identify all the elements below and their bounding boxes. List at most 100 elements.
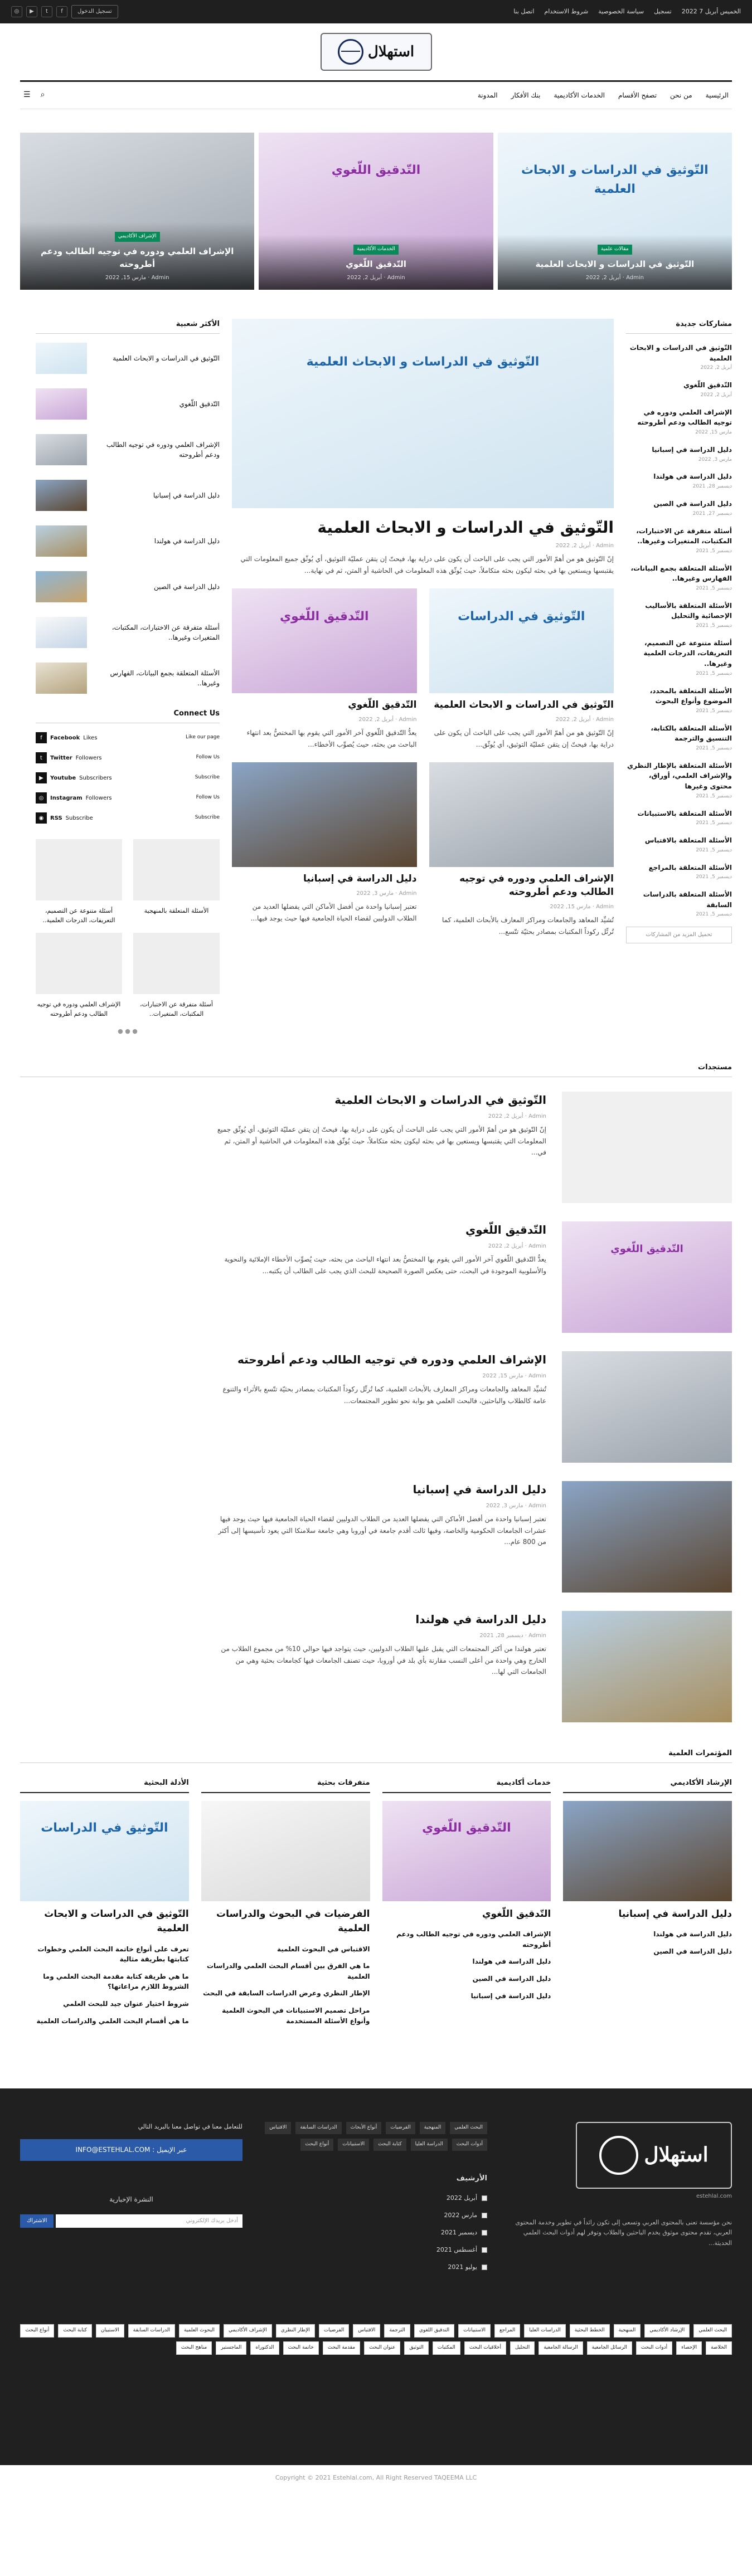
archive-item[interactable]: يوليو 2021 <box>265 2262 487 2272</box>
promo-card[interactable]: الأسئلة المتعلقة بالمنهجية <box>133 839 220 925</box>
list-item[interactable]: التّوثيق في الدراسات و الابحاث العلمية Ad… <box>211 1091 732 1203</box>
grid-card[interactable]: الإشراف العلمي ودوره في توجيه الطالب ودع… <box>429 762 614 937</box>
social-row[interactable]: Subscribe Subscribers Youtube ▶ <box>36 772 220 784</box>
promo-card[interactable]: أسئلة متفرقة عن الاختبارات، المكتبات، ال… <box>133 933 220 1019</box>
tag[interactable]: الاستبيانات <box>338 2139 370 2151</box>
list-item[interactable]: الإشراف العلمي ودوره في توجيه الطالب ودع… <box>211 1351 732 1463</box>
popular-item[interactable]: التّدقيق اللّغوي <box>36 388 220 420</box>
tag[interactable]: المنهجية <box>419 2122 446 2135</box>
hero-title[interactable]: التّوثيق في الدراسات و الابحاث العلمية <box>507 258 723 271</box>
recent-item[interactable]: التّدقيق اللّغوي أبريل 2, 2022 <box>626 380 732 400</box>
hero-slide[interactable]: التّوثيق في الدراسات و الابحاث العلمية م… <box>497 133 732 290</box>
featured-meta: Admin · أبريل 2, 2022 <box>555 542 614 549</box>
footer-logo[interactable]: استهلال <box>576 2122 732 2189</box>
popular-item[interactable]: الإشراف العلمي ودوره في توجيه الطالب ودع… <box>36 434 220 466</box>
top-link-privacy[interactable]: سياسة الخصوصية <box>598 7 644 16</box>
top-link-register[interactable]: تسجيل <box>654 7 672 16</box>
social-row[interactable]: Follow Us Followers Instagram ◎ <box>36 792 220 804</box>
category-badge[interactable]: مقالات علمية <box>597 245 632 255</box>
popular-item[interactable]: دليل الدراسة في إسبانيا <box>36 480 220 512</box>
featured-title[interactable]: التّوثيق في الدراسات و الابحاث العلمية <box>232 517 614 538</box>
list-item[interactable]: دليل الدراسة في هولندا Admin · ديسمبر 28,… <box>211 1610 732 1722</box>
list-item[interactable]: دليل الدراسة في إسبانيا Admin · مارس 3, 2… <box>211 1481 732 1593</box>
tag[interactable]: أنواع الأبحاث <box>346 2122 382 2135</box>
top-link-terms[interactable]: شروط الاستخدام <box>544 7 588 16</box>
recent-item[interactable]: الأسئلة المتعلقة بالمراجع ديسمبر 5, 2021 <box>626 863 732 882</box>
featured-image[interactable]: التّوثيق في الدراسات و الابحاث العلمية <box>232 319 614 508</box>
facebook-icon[interactable]: f <box>56 6 67 17</box>
category-badge[interactable]: الخدمات الأكاديمية <box>353 245 399 255</box>
grid-card[interactable]: التّوثيق في الدراسات التّوثيق في الدراسا… <box>429 588 614 750</box>
subscribe-button[interactable]: الاشتراك <box>20 2214 54 2228</box>
recent-item[interactable]: الأسئلة المتعلقة بالكتابة، التنسيق والتر… <box>626 723 732 753</box>
menu-icon[interactable]: ☰ <box>23 89 31 101</box>
promo-card[interactable]: الإشراف العلمي ودوره في توجيه الطالب ودع… <box>36 933 122 1019</box>
social-row[interactable]: Follow Us Followers Twitter t <box>36 752 220 764</box>
grid-card[interactable]: دليل الدراسة في إسبانيا Admin · مارس 3, … <box>232 762 417 937</box>
featured-area: التّوثيق في الدراسات و الابحاث العلمية ا… <box>232 319 614 1036</box>
popular-item[interactable]: الأسئلة المتعلقة بجمع البيانات، الفهارس … <box>36 663 220 694</box>
recent-item[interactable]: الإشراف العلمي ودوره في توجيه الطالب ودع… <box>626 407 732 437</box>
popular-item[interactable]: أسئلة متفرقة عن الاختبارات، المكتبات، ال… <box>36 617 220 649</box>
hero-slide[interactable]: الإشراف الأكاديمي الإشراف العلمي ودوره ف… <box>20 133 255 290</box>
archive-item[interactable]: مارس 2022 <box>265 2210 487 2220</box>
email-button[interactable]: عبر الإيميل : INFO@ESTEHLAL.COM <box>20 2139 242 2161</box>
social-row[interactable]: Like our page Likes Facebook f <box>36 732 220 744</box>
recent-item[interactable]: الأسئلة المتعلقة بالأساليب الإحصائية وال… <box>626 601 732 630</box>
youtube-icon: ▶ <box>36 772 47 784</box>
grid-card[interactable]: التّدقيق اللّغوي التّدقيق اللّغوي Admin … <box>232 588 417 750</box>
top-link-contact[interactable]: اتصل بنا <box>513 7 534 16</box>
nav-sections[interactable]: تصفح الأقسام <box>618 90 657 101</box>
tag[interactable]: الفرضيات <box>386 2122 415 2135</box>
search-icon[interactable]: ⌕ <box>41 89 45 101</box>
tag[interactable]: أدوات البحث <box>452 2139 487 2151</box>
recent-item[interactable]: دليل الدراسة في إسبانيا مارس 3, 2022 <box>626 445 732 464</box>
recent-item[interactable]: الأسئلة المتعلقة بالمحدد، الموضوع وأنواع… <box>626 686 732 715</box>
recent-item[interactable]: الأسئلة المتعلقة بالاستبيانات ديسمبر 5, 2… <box>626 809 732 828</box>
recent-item[interactable]: التّوثيق في الدراسات و الابحاث العلمية أب… <box>626 343 732 372</box>
slider-dots[interactable]: ● ● ● <box>36 1026 220 1036</box>
recent-item[interactable]: دليل الدراسة في هولندا ديسمبر 28, 2021 <box>626 471 732 491</box>
hero-title[interactable]: التّدقيق اللّغوي <box>268 258 484 271</box>
nav-about[interactable]: من نحن <box>670 90 692 101</box>
nav-ideas[interactable]: بنك الأفكار <box>511 90 541 101</box>
tag[interactable]: كتابة البحث <box>373 2139 406 2151</box>
tag[interactable]: البحث العلمي <box>450 2122 487 2135</box>
nav-services[interactable]: الخدمات الأكاديمية <box>554 90 605 101</box>
twitter-icon: t <box>36 752 47 764</box>
list-item[interactable]: التّدقيق اللّغوي التّدقيق اللّغوي Admin ·… <box>211 1221 732 1333</box>
nav-home[interactable]: الرئيسية <box>706 90 729 101</box>
popular-item[interactable]: دليل الدراسة في هولندا <box>36 525 220 557</box>
social-row[interactable]: Subscribe Subscribe RSS ◉ <box>36 812 220 824</box>
recent-item[interactable]: الأسئلة المتعلقة بالدراسات السابقة ديسمبر… <box>626 889 732 919</box>
site-logo[interactable]: استهلال <box>320 33 432 71</box>
tag[interactable]: الدراسة العليا <box>410 2139 448 2151</box>
hero-slider: التّوثيق في الدراسات و الابحاث العلمية م… <box>0 133 752 290</box>
archive-item[interactable]: أبريل 2022 <box>265 2193 487 2203</box>
newsletter-input[interactable]: أدخل بريدك الإلكتروني <box>56 2214 242 2228</box>
tag[interactable]: الدراسات السابقة <box>295 2122 342 2135</box>
recent-item[interactable]: الأسئلة المتعلقة بجمع البيانات، الفهارس … <box>626 563 732 593</box>
tag[interactable]: أنواع البحث <box>300 2139 334 2151</box>
hero-title[interactable]: الإشراف العلمي ودوره في توجيه الطالب ودع… <box>29 245 245 271</box>
archive-item[interactable]: أغسطس 2021 <box>265 2245 487 2254</box>
youtube-icon[interactable]: ▶ <box>26 6 37 17</box>
nav-blog[interactable]: المدونة <box>478 90 498 101</box>
promo-card[interactable]: أسئلة متنوعة عن التصميم، التعريفات، الدر… <box>36 839 122 925</box>
popular-item[interactable]: دليل الدراسة في الصين <box>36 571 220 603</box>
social-action: Like our page <box>185 734 220 741</box>
twitter-icon[interactable]: t <box>41 6 52 17</box>
recent-item[interactable]: أسئلة متنوعة عن التصميم، التعريفات، الدر… <box>626 638 732 678</box>
recent-item[interactable]: الأسئلة المتعلقة بالاقتباس ديسمبر 5, 2021 <box>626 835 732 855</box>
load-more-button[interactable]: تحميل المزيد من المشاركات <box>626 927 732 943</box>
archive-item[interactable]: ديسمبر 2021 <box>265 2228 487 2237</box>
category-badge[interactable]: الإشراف الأكاديمي <box>114 232 160 242</box>
tag[interactable]: الاقتباس <box>265 2122 292 2135</box>
recent-item[interactable]: أسئلة متفرقة عن الاختبارات، المكتبات، ال… <box>626 526 732 556</box>
instagram-icon[interactable]: ◎ <box>11 6 22 17</box>
login-button[interactable]: تسجيل الدخول <box>71 5 118 18</box>
recent-item[interactable]: الأسئلة المتعلقة بالإطار النظري والإشراف… <box>626 761 732 801</box>
popular-item[interactable]: التّوثيق في الدراسات و الابحاث العلمية <box>36 343 220 374</box>
recent-item[interactable]: دليل الدراسة في الصين ديسمبر 27, 2021 <box>626 499 732 518</box>
hero-slide[interactable]: التّدقيق اللّغوي الخدمات الأكاديمية التّ… <box>259 133 493 290</box>
